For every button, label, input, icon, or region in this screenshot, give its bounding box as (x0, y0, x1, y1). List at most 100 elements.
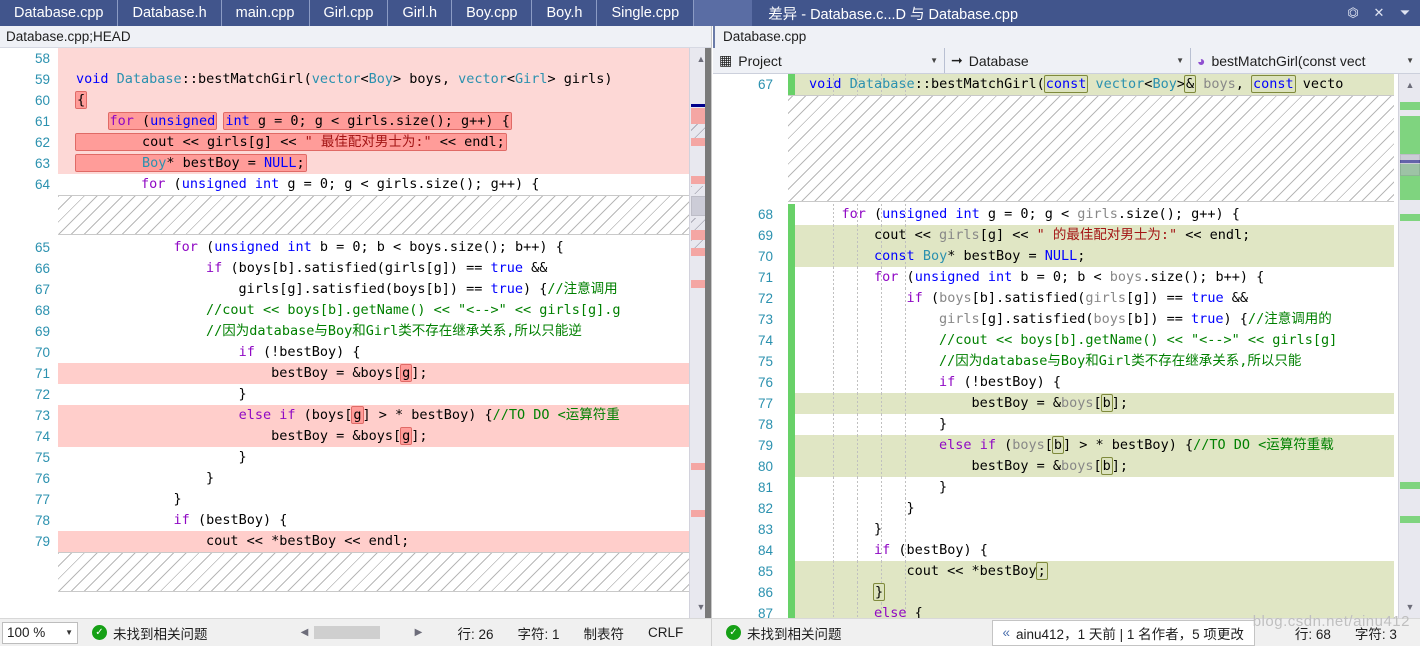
code-line[interactable]: 79 cout << *bestBoy << endl; (0, 531, 711, 552)
tab-single-cpp[interactable]: Single.cpp (597, 0, 695, 26)
code-line[interactable]: 78 } (713, 414, 1420, 435)
chevron-down-icon: ▼ (65, 628, 73, 637)
change-bar (788, 603, 795, 618)
code-line[interactable]: 81 } (713, 477, 1420, 498)
code-line[interactable]: 67 girls[g].satisfied(boys[b]) == true) … (0, 279, 711, 300)
code-text: for (unsigned int b = 0; b < boys.size()… (173, 239, 564, 255)
code-line[interactable]: 76 if (!bestBoy) { (713, 372, 1420, 393)
right-code-viewport[interactable]: 67 void Database::bestMatchGirl(const vec… (713, 74, 1420, 618)
right-issue-status[interactable]: 未找到相关问题 (747, 623, 842, 643)
tab-boy-h[interactable]: Boy.h (532, 0, 598, 26)
nav-project-dropdown[interactable]: ▦ Project ▼ (713, 48, 945, 73)
code-line[interactable]: 58 (0, 48, 711, 69)
nav-member-dropdown[interactable]: ◕ bestMatchGirl(const vect ▼ (1191, 48, 1420, 73)
code-line[interactable]: 71 for (unsigned int b = 0; b < boys.siz… (713, 267, 1420, 288)
scroll-thumb[interactable] (1400, 154, 1420, 176)
code-line[interactable]: 87 else { (713, 603, 1420, 618)
scroll-up-icon[interactable]: ▲ (1399, 74, 1420, 96)
close-icon[interactable]: ✕ (1366, 0, 1392, 26)
code-line[interactable]: 70 const Boy* bestBoy = NULL; (713, 246, 1420, 267)
code-line[interactable]: 74 bestBoy = &boys[g]; (0, 426, 711, 447)
code-line[interactable]: 61 for (unsigned int g = 0; g < girls.si… (0, 111, 711, 132)
left-horizontal-scrollbar[interactable]: ◀ ▶ (296, 626, 428, 639)
code-line[interactable]: 82 } (713, 498, 1420, 519)
code-line[interactable]: 69 cout << girls[g] << " 的最佳配对男士为:" << e… (713, 225, 1420, 246)
code-line[interactable]: 73 else if (boys[g] > * bestBoy) {//TO D… (0, 405, 711, 426)
code-text: } (809, 416, 948, 432)
code-line[interactable]: 59 void Database::bestMatchGirl(vector<Bo… (0, 69, 711, 90)
diff-filler-hatch (58, 195, 689, 235)
scroll-thumb[interactable] (313, 626, 380, 639)
code-line[interactable]: 72 if (boys[b].satisfied(girls[g]) == tr… (713, 288, 1420, 309)
change-bar (788, 74, 795, 95)
code-line[interactable]: 62 cout << girls[g] << " 最佳配对男士为:" << en… (0, 132, 711, 153)
code-line[interactable]: 72 } (0, 384, 711, 405)
nav-scope-dropdown[interactable]: ➞ Database ▼ (945, 48, 1191, 73)
code-line[interactable]: 75 //因为database与Boy和Girl类不存在继承关系,所以只能 (713, 351, 1420, 372)
code-line[interactable]: 85 cout << *bestBoy; (713, 561, 1420, 582)
chevron-down-icon: ▼ (1176, 56, 1184, 65)
zoom-level-dropdown[interactable]: 100 % ▼ (2, 621, 78, 644)
code-line[interactable]: 80 bestBoy = &boys[b]; (713, 456, 1420, 477)
code-line[interactable]: 68 for (unsigned int g = 0; g < girls.si… (713, 204, 1420, 225)
line-number: 84 (757, 543, 773, 558)
code-line[interactable]: 86 } (713, 582, 1420, 603)
tab-boy-cpp[interactable]: Boy.cpp (452, 0, 533, 26)
right-vertical-scrollbar[interactable]: ▲ ▼ (1398, 74, 1420, 618)
code-line[interactable]: 68 //cout << boys[b].getName() << "<-->"… (0, 300, 711, 321)
tab-database-cpp[interactable]: Database.cpp (0, 0, 119, 26)
code-line[interactable]: 78 if (bestBoy) { (0, 510, 711, 531)
code-line[interactable]: 74 //cout << boys[b].getName() << "<-->"… (713, 330, 1420, 351)
float-window-icon[interactable]: ⏣ (1340, 0, 1366, 26)
triangle-left-icon[interactable]: ◀ (296, 627, 314, 638)
left-code-viewport[interactable]: 58 59 void Database::bestMatchGirl(vector<… (0, 48, 711, 618)
code-line[interactable]: 66 if (boys[b].satisfied(girls[g]) == tr… (0, 258, 711, 279)
code-line[interactable]: 75 } (0, 447, 711, 468)
code-line[interactable]: 71 bestBoy = &boys[g]; (0, 363, 711, 384)
code-text: if (boys[b].satisfied(girls[g]) == true … (206, 260, 548, 276)
left-indent-mode[interactable]: 制表符 (584, 623, 625, 643)
tab-database-h[interactable]: Database.h (118, 0, 222, 26)
code-text: if (!bestBoy) { (939, 374, 1061, 390)
diff-deleted-background (58, 90, 689, 111)
code-line[interactable]: 83 } (713, 519, 1420, 540)
code-line[interactable]: 77 bestBoy = &boys[b]; (713, 393, 1420, 414)
line-number: 78 (34, 513, 50, 528)
tab-label: Database.cpp (14, 5, 104, 21)
chevron-down-icon[interactable]: ⏷ (1392, 0, 1418, 26)
code-line[interactable]: 84 if (bestBoy) { (713, 540, 1420, 561)
code-line[interactable]: 79 else if (boys[b] > * bestBoy) {//TO D… (713, 435, 1420, 456)
line-number: 66 (34, 261, 50, 276)
code-text: cout << girls[g] << " 的最佳配对男士为:" << endl… (809, 227, 1251, 243)
code-line[interactable]: 60 { (0, 90, 711, 111)
tab-diff-database[interactable]: 差异 - Database.c...D 与 Database.cpp (752, 0, 1033, 26)
codelens-author-info[interactable]: « ainu412，1 天前 | 1 名作者，5 项更改 (991, 619, 1255, 646)
left-line-ending[interactable]: CRLF (648, 625, 683, 640)
code-text: } (76, 449, 247, 465)
left-issue-status[interactable]: 未找到相关问题 (113, 623, 208, 643)
code-line[interactable]: 69 //因为database与Boy和Girl类不存在继承关系,所以只能逆 (0, 321, 711, 342)
code-text: if (boys[b].satisfied(girls[g]) == true … (906, 290, 1248, 306)
code-line[interactable]: 63 Boy* bestBoy = NULL; (0, 153, 711, 174)
indent-guide (905, 519, 906, 540)
code-line[interactable]: 64 for (unsigned int g = 0; g < girls.si… (0, 174, 711, 195)
change-bar (788, 204, 795, 225)
line-number: 73 (34, 408, 50, 423)
line-number: 83 (757, 522, 773, 537)
line-number: 70 (34, 345, 50, 360)
tab-girl-h[interactable]: Girl.h (388, 0, 453, 26)
tab-girl-cpp[interactable]: Girl.cpp (310, 0, 389, 26)
line-number: 74 (757, 333, 773, 348)
code-line[interactable]: 77 } (0, 489, 711, 510)
code-line[interactable]: 70 if (!bestBoy) { (0, 342, 711, 363)
scroll-down-icon[interactable]: ▼ (1399, 596, 1420, 618)
left-pane-splitter[interactable] (705, 48, 711, 618)
tab-main-cpp[interactable]: main.cpp (222, 0, 310, 26)
code-line[interactable]: 76 } (0, 468, 711, 489)
change-bar (788, 435, 795, 456)
triangle-right-icon[interactable]: ▶ (410, 627, 428, 638)
code-line[interactable]: 73 girls[g].satisfied(boys[b]) == true) … (713, 309, 1420, 330)
line-number: 87 (757, 606, 773, 618)
code-line[interactable]: 67 void Database::bestMatchGirl(const vec… (713, 74, 1420, 95)
code-line[interactable]: 65 for (unsigned int b = 0; b < boys.siz… (0, 237, 711, 258)
